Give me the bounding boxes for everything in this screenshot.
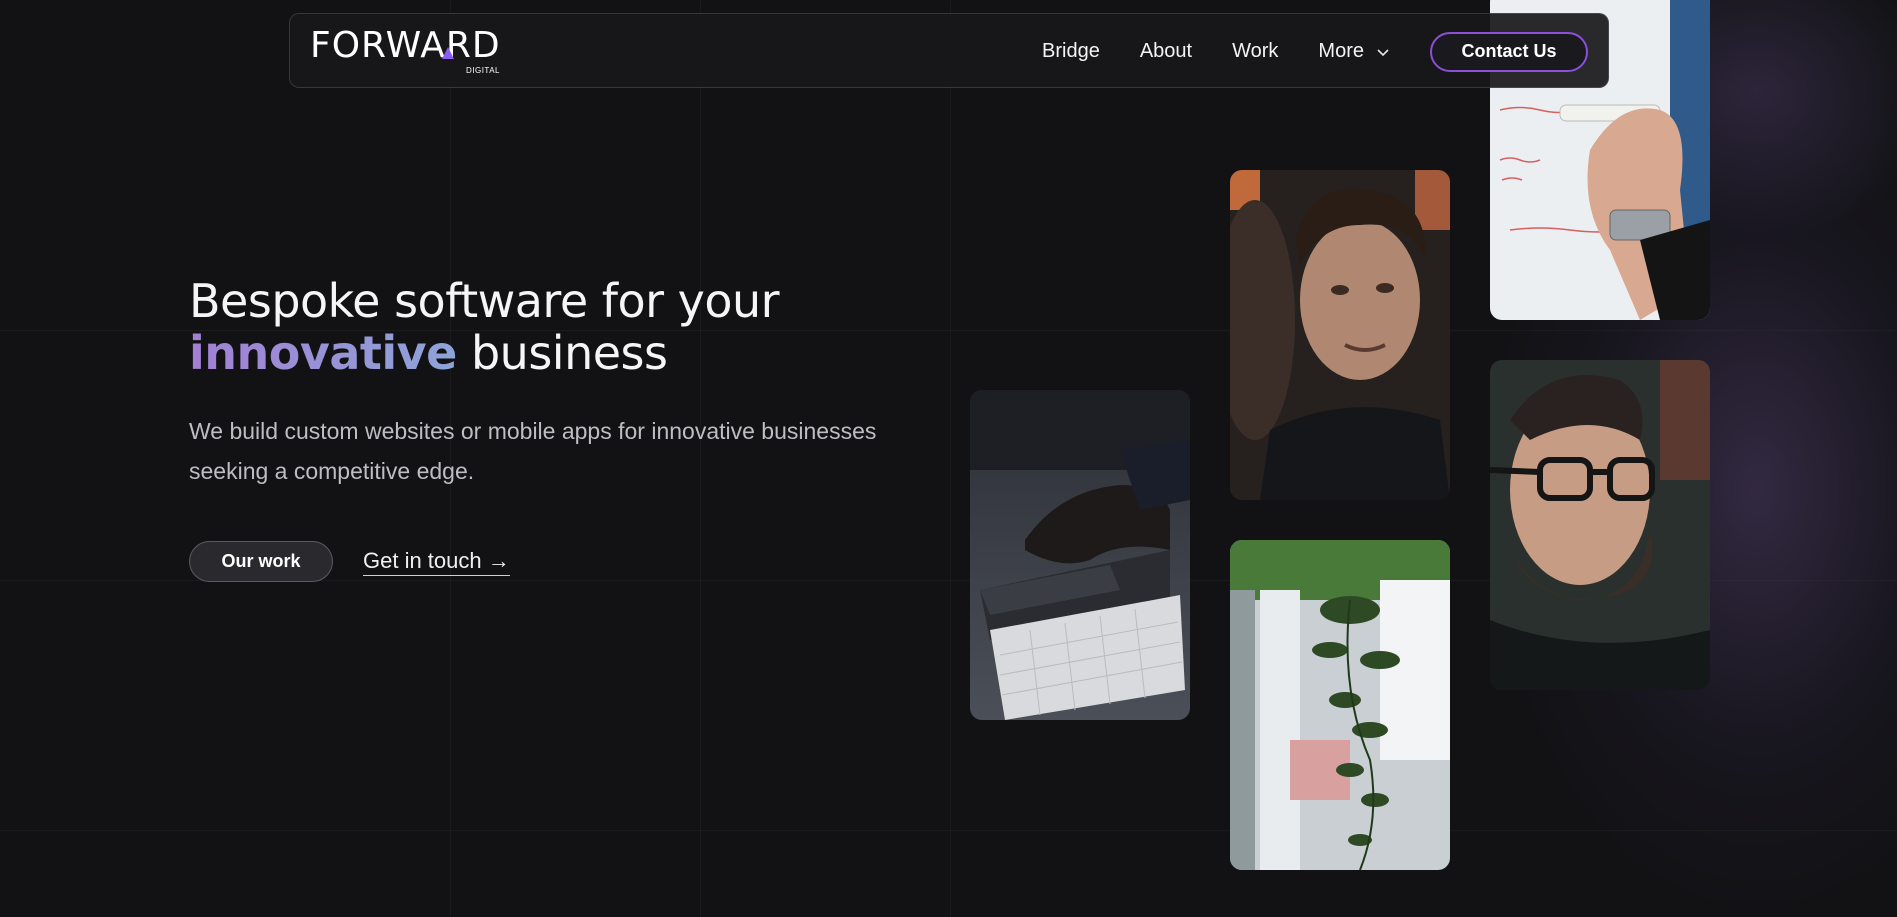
hero-title: Bespoke software for your innovative bus… <box>189 274 780 380</box>
hand-on-trackpad-photo <box>970 390 1190 720</box>
logo-subtext: DIGITAL <box>465 66 500 75</box>
hanging-plant-photo <box>1230 540 1450 870</box>
nav-item-work[interactable]: Work <box>1232 40 1278 63</box>
page: FORWARD DIGITAL Bridge About Work More C… <box>0 0 1897 917</box>
logo-wordmark: FORWARD <box>310 25 501 66</box>
get-in-touch-link[interactable]: Get in touch → <box>363 548 510 576</box>
forward-digital-logo[interactable]: FORWARD DIGITAL <box>310 26 500 76</box>
nav-item-more[interactable]: More <box>1318 40 1390 63</box>
man-with-glasses-photo <box>1490 360 1710 690</box>
grid-line <box>0 830 1897 831</box>
logo-triangle-icon <box>442 47 454 59</box>
nav-item-about[interactable]: About <box>1140 40 1192 63</box>
hero-title-line1: Bespoke software for your <box>189 274 780 328</box>
contact-us-button[interactable]: Contact Us <box>1430 31 1588 72</box>
hero-title-rest: business <box>470 326 668 380</box>
grid-line <box>950 0 951 917</box>
nav-item-bridge[interactable]: Bridge <box>1042 40 1100 63</box>
chevron-down-icon <box>1377 48 1389 56</box>
hero-subtitle: We build custom websites or mobile apps … <box>189 418 877 484</box>
nav-links: Bridge About Work More Contact Us <box>1042 14 1608 89</box>
our-work-button[interactable]: Our work <box>189 541 333 582</box>
nav-item-more-label: More <box>1318 40 1364 62</box>
navbar: FORWARD DIGITAL Bridge About Work More C… <box>289 13 1609 88</box>
cta-row: Our work Get in touch → <box>189 541 510 582</box>
man-smiling-photo <box>1230 170 1450 500</box>
hero-title-highlight: innovative <box>189 326 457 380</box>
